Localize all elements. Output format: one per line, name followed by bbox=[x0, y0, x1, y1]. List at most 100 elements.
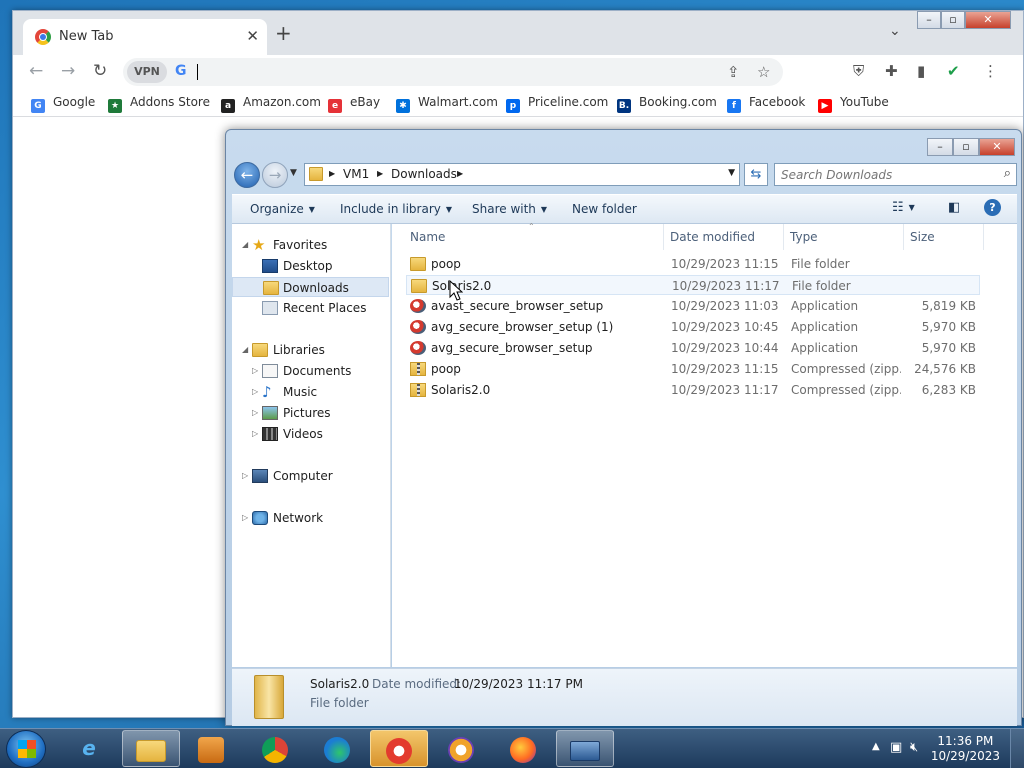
show-hidden-icons-icon[interactable]: ▲ bbox=[872, 741, 880, 752]
bookmark-star-icon[interactable]: ☆ bbox=[757, 63, 770, 81]
reload-icon[interactable]: ↻ bbox=[93, 62, 107, 80]
search-icon[interactable]: ⌕ bbox=[1004, 166, 1011, 181]
bookmark-ebay[interactable]: e eBay bbox=[328, 95, 380, 113]
organize-button[interactable]: Organize ▼ bbox=[250, 202, 315, 216]
help-icon[interactable]: ? bbox=[984, 199, 1001, 216]
back-button[interactable]: ← bbox=[234, 162, 260, 188]
breadcrumb-downloads[interactable]: Downloads bbox=[391, 167, 457, 181]
edge-taskbar-icon[interactable] bbox=[308, 730, 366, 767]
bookmark-facebook[interactable]: f Facebook bbox=[727, 95, 805, 113]
expand-arrow-icon[interactable]: ▷ bbox=[242, 508, 248, 528]
share-with-button[interactable]: Share with ▼ bbox=[472, 202, 547, 216]
volume-muted-icon[interactable]: 🔇︎ bbox=[910, 740, 918, 755]
nav-pictures[interactable]: ▷ Pictures bbox=[232, 403, 389, 423]
breadcrumb-chevron-icon[interactable]: ▶ bbox=[329, 169, 335, 178]
clock[interactable]: 11:36 PM 10/29/2023 bbox=[931, 734, 1000, 764]
search-box[interactable]: ⌕ bbox=[774, 163, 1017, 186]
security-check-icon[interactable]: ✔ bbox=[947, 63, 960, 79]
tab-close-icon[interactable]: ✕ bbox=[246, 27, 259, 45]
nav-documents[interactable]: ▷ Documents bbox=[232, 361, 389, 381]
file-explorer-taskbar-button[interactable] bbox=[122, 730, 180, 767]
explorer-close-button[interactable]: ✕ bbox=[979, 138, 1015, 156]
avg-browser-taskbar-icon[interactable] bbox=[432, 730, 490, 767]
file-row[interactable]: avg_secure_browser_setup (1) 10/29/2023 1… bbox=[406, 317, 980, 337]
show-desktop-button[interactable] bbox=[1010, 729, 1024, 768]
firefox-taskbar-icon[interactable] bbox=[494, 730, 552, 767]
bookmark-walmart-com[interactable]: ✱ Walmart.com bbox=[396, 95, 498, 113]
new-folder-button[interactable]: New folder bbox=[572, 202, 637, 216]
menu-dots-icon[interactable]: ⋮ bbox=[983, 63, 998, 79]
explorer-maximize-button[interactable]: ▫ bbox=[953, 138, 979, 156]
address-bar[interactable]: ▶ VM1 ▶ Downloads ▶ ▼ bbox=[304, 163, 740, 186]
nav-recent-places[interactable]: Recent Places bbox=[232, 298, 389, 318]
file-row[interactable]: avg_secure_browser_setup 10/29/2023 10:44… bbox=[406, 338, 980, 358]
nav-label: Documents bbox=[283, 364, 352, 378]
search-input[interactable] bbox=[781, 166, 991, 183]
collapse-arrow-icon[interactable]: ◢ bbox=[242, 235, 248, 255]
folder-icon bbox=[309, 167, 323, 181]
share-icon[interactable]: ⇪ bbox=[727, 63, 740, 81]
file-row[interactable]: poop 10/29/2023 11:15 ... Compressed (zipp… bbox=[406, 359, 980, 379]
expand-arrow-icon[interactable]: ▷ bbox=[252, 382, 258, 402]
new-tab-button[interactable]: + bbox=[275, 23, 292, 43]
forward-icon[interactable]: → bbox=[61, 62, 75, 80]
breadcrumb-vm1[interactable]: VM1 bbox=[343, 167, 369, 181]
column-header-size[interactable]: Size bbox=[904, 224, 984, 250]
explorer-minimize-button[interactable]: – bbox=[927, 138, 953, 156]
nav-favorites[interactable]: ◢ ★ Favorites bbox=[232, 235, 389, 255]
file-row[interactable]: Solaris2.0 10/29/2023 11:17 ... Compressed… bbox=[406, 380, 980, 400]
nav-music[interactable]: ▷ ♪ Music bbox=[232, 382, 389, 402]
nav-network[interactable]: ▷ Network bbox=[232, 508, 389, 528]
chrome-taskbar-icon[interactable] bbox=[246, 730, 304, 767]
extensions-puzzle-icon[interactable]: ✚ bbox=[885, 63, 898, 79]
bookmark-google[interactable]: G Google bbox=[31, 95, 95, 113]
file-row[interactable]: Solaris2.010/29/2023 11:17 ...File folde… bbox=[406, 275, 980, 295]
media-player-icon[interactable] bbox=[182, 730, 240, 767]
close-button[interactable]: ✕ bbox=[965, 11, 1011, 29]
internet-explorer-icon[interactable]: e bbox=[60, 730, 118, 767]
tab-new-tab[interactable]: New Tab ✕ bbox=[23, 19, 267, 55]
tab-search-chevron-icon[interactable]: ⌄ bbox=[889, 23, 901, 39]
secure-browser-taskbar-button[interactable] bbox=[370, 730, 428, 767]
remote-desktop-taskbar-button[interactable] bbox=[556, 730, 614, 767]
expand-arrow-icon[interactable]: ▷ bbox=[252, 424, 258, 444]
nav-downloads[interactable]: Downloads bbox=[232, 277, 389, 297]
shield-extension-icon[interactable]: ⛨ bbox=[853, 63, 864, 79]
expand-arrow-icon[interactable]: ▷ bbox=[252, 361, 258, 381]
omnibox[interactable]: VPN G ⇪ ☆ bbox=[123, 58, 783, 86]
nav-desktop[interactable]: Desktop bbox=[232, 256, 389, 276]
bookmark-priceline-com[interactable]: p Priceline.com bbox=[506, 95, 608, 113]
bookmark-youtube[interactable]: ▶ YouTube bbox=[818, 95, 889, 113]
column-header-date[interactable]: Date modified bbox=[664, 224, 784, 250]
forward-button[interactable]: → bbox=[262, 162, 288, 188]
expand-arrow-icon[interactable]: ▷ bbox=[252, 403, 258, 423]
side-panel-icon[interactable]: ▮ bbox=[917, 63, 925, 79]
file-row[interactable]: avast_secure_browser_setup 10/29/2023 11:… bbox=[406, 296, 980, 316]
minimize-button[interactable]: – bbox=[917, 11, 941, 29]
recent-pages-chevron-icon[interactable]: ▼ bbox=[290, 168, 297, 178]
expand-arrow-icon[interactable]: ▷ bbox=[242, 466, 248, 486]
file-row[interactable]: poop 10/29/2023 11:15 ... File folder bbox=[406, 254, 980, 274]
network-status-icon[interactable]: ▣ bbox=[890, 740, 902, 755]
column-header-type[interactable]: Type bbox=[784, 224, 904, 250]
view-options-icon[interactable]: ☷ ▼ bbox=[892, 200, 915, 215]
back-icon[interactable]: ← bbox=[29, 62, 43, 80]
nav-videos[interactable]: ▷ Videos bbox=[232, 424, 389, 444]
nav-label: Music bbox=[283, 385, 318, 399]
preview-pane-icon[interactable]: ◧ bbox=[948, 200, 960, 215]
bookmark-booking-com[interactable]: B. Booking.com bbox=[617, 95, 717, 113]
nav-computer[interactable]: ▷ Computer bbox=[232, 466, 389, 486]
nav-libraries[interactable]: ◢ Libraries bbox=[232, 340, 389, 360]
bookmark-addons-store[interactable]: ★ Addons Store bbox=[108, 95, 210, 113]
collapse-arrow-icon[interactable]: ◢ bbox=[242, 340, 248, 360]
refresh-icon[interactable]: ⇆ bbox=[744, 163, 768, 186]
file-size: 5,819 KB bbox=[921, 299, 976, 313]
breadcrumb-chevron-icon[interactable]: ▶ bbox=[457, 169, 463, 178]
address-dropdown-icon[interactable]: ▼ bbox=[728, 168, 735, 178]
breadcrumb-chevron-icon[interactable]: ▶ bbox=[377, 169, 383, 178]
vpn-badge[interactable]: VPN bbox=[127, 61, 167, 83]
bookmark-amazon-com[interactable]: a Amazon.com bbox=[221, 95, 321, 113]
include-in-library-button[interactable]: Include in library ▼ bbox=[340, 202, 452, 216]
start-button[interactable] bbox=[6, 730, 46, 768]
maximize-button[interactable]: ▫ bbox=[941, 11, 965, 29]
